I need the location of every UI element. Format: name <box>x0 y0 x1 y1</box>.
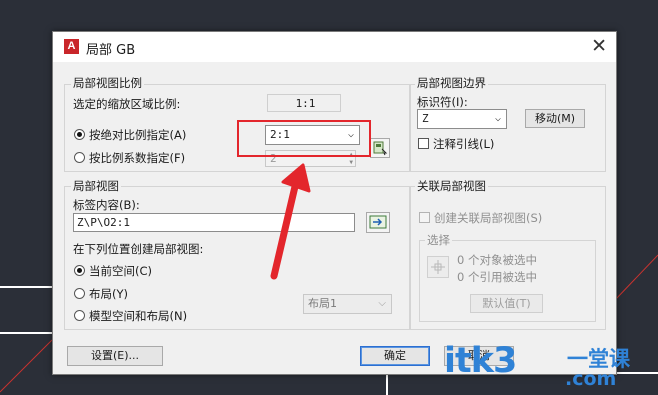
pick-scale-icon <box>373 141 388 156</box>
view-group-title: 局部视图 <box>71 178 121 194</box>
default-button[interactable]: 默认值(T) <box>470 294 543 313</box>
selected-scale-label: 选定的缩放区域比例: <box>73 97 181 111</box>
refs-selected-text: 0 个引用被选中 <box>457 270 537 284</box>
boundary-group-title: 局部视图边界 <box>415 75 488 91</box>
chevron-down-icon: ⌵ <box>378 298 386 309</box>
cad-line <box>0 286 52 288</box>
radio-factor-scale-label[interactable]: 按比例系数指定(F) <box>89 150 185 166</box>
watermark-com: .com <box>565 368 617 390</box>
tag-input[interactable]: Z\P\O2:1 <box>73 213 355 232</box>
ok-button[interactable]: 确定 <box>360 346 430 366</box>
title-bar: A 局部 GB ✕ <box>53 32 616 62</box>
chevron-down-icon: ⌵ <box>494 113 501 124</box>
crosshair-icon <box>431 260 445 274</box>
identifier-label: 标识符(I): <box>417 95 468 109</box>
layout-select-value: 布局1 <box>308 297 337 310</box>
selected-scale-value: 1:1 <box>267 94 341 112</box>
radio-model-and-layout-label[interactable]: 模型空间和布局(N) <box>89 308 187 324</box>
select-subgroup-title: 选择 <box>425 232 452 248</box>
pick-scale-button[interactable] <box>370 138 390 158</box>
layout-select[interactable]: 布局1 ⌵ <box>303 294 392 314</box>
radio-current-space[interactable] <box>74 265 85 276</box>
dialog-title: 局部 GB <box>86 43 136 58</box>
settings-button[interactable]: 设置(E)... <box>67 346 163 366</box>
insert-field-button[interactable] <box>366 212 390 233</box>
autocad-logo-icon: A <box>64 39 79 54</box>
radio-factor-scale[interactable] <box>74 152 85 163</box>
leader-checkbox-label[interactable]: 注释引线(L) <box>433 136 494 152</box>
radio-layout-label[interactable]: 布局(Y) <box>89 286 128 302</box>
local-view-dialog: A 局部 GB ✕ 局部视图比例 选定的缩放区域比例: 1:1 按绝对比例指定(… <box>52 31 617 375</box>
create-related-checkbox-label[interactable]: 创建关联局部视图(S) <box>434 210 542 226</box>
objects-selected-text: 0 个对象被选中 <box>457 253 537 267</box>
create-related-checkbox[interactable] <box>419 212 430 223</box>
tag-label: 标签内容(B): <box>73 198 140 212</box>
related-group-title: 关联局部视图 <box>415 178 488 194</box>
identifier-value: Z <box>422 112 429 125</box>
cad-line <box>0 332 52 334</box>
radio-layout[interactable] <box>74 288 85 299</box>
leader-checkbox[interactable] <box>418 138 429 149</box>
select-objects-button[interactable] <box>427 256 449 278</box>
radio-absolute-scale[interactable] <box>74 129 85 140</box>
radio-current-space-label[interactable]: 当前空间(C) <box>89 263 152 279</box>
annotation-highlight-box <box>237 120 371 157</box>
create-location-label: 在下列位置创建局部视图: <box>73 242 204 256</box>
watermark-logo: itk3 <box>444 341 517 381</box>
cad-line <box>386 373 388 395</box>
close-icon[interactable]: ✕ <box>591 35 607 57</box>
radio-model-and-layout[interactable] <box>74 310 85 321</box>
radio-absolute-scale-label[interactable]: 按绝对比例指定(A) <box>89 127 186 143</box>
insert-field-icon <box>369 215 387 229</box>
identifier-select[interactable]: Z ⌵ <box>417 109 507 129</box>
scale-group-title: 局部视图比例 <box>71 75 144 91</box>
move-button[interactable]: 移动(M) <box>525 109 585 128</box>
